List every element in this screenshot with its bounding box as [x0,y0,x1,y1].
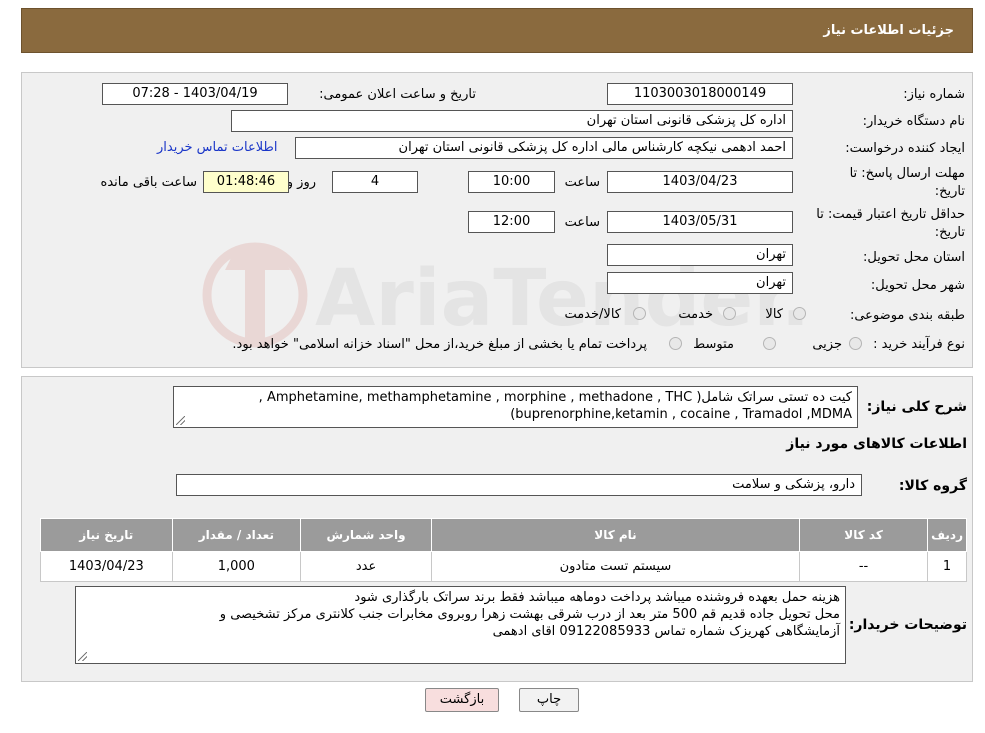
purchase-type-label: نوع فرآیند خرید : [873,337,965,352]
remaining-time-label: ساعت باقی مانده [100,175,197,190]
print-button[interactable]: چاپ [519,688,579,712]
purchase-option-medium: متوسط [693,337,734,352]
remaining-time-field: 01:48:46 [203,171,289,193]
deadline-label-2: تاریخ: [934,184,965,199]
buyer-notes-label: توضیحات خریدار: [848,617,967,633]
goods-table: ردیف کد کالا نام کالا واحد شمارش تعداد /… [40,518,967,582]
category-option-goods: کالا [765,307,783,322]
buyer-notes-line2: محل تحویل جاده قدیم قم 500 متر بعد از در… [219,607,840,622]
category-radio-service[interactable] [723,307,736,320]
need-summary-label: شرح کلی نیاز: [866,399,967,415]
need-summary-line2: buprenorphine,ketamin , cocaine , Tramad… [510,407,852,422]
purchase-radio-medium[interactable] [763,337,776,350]
back-button[interactable]: بازگشت [425,688,499,712]
price-validity-label-1: حداقل تاریخ اعتبار قیمت: تا [816,207,965,222]
category-option-goods-service: کالا/خدمت [564,307,621,322]
deadline-date-field: 1403/04/23 [607,171,793,193]
col-quantity: تعداد / مقدار [171,518,302,552]
col-name: نام کالا [430,518,801,552]
goods-info-title: اطلاعات کالاهای مورد نیاز [786,436,967,452]
resize-grip-icon[interactable] [78,652,87,661]
resize-grip-icon[interactable] [176,416,185,425]
price-validity-date-field: 1403/05/31 [607,211,793,233]
buyer-notes-line3: آزمایشگاهی کهریزک شماره تماس 09122085933… [492,624,840,639]
city-label: شهر محل تحویل: [870,278,965,293]
purchase-radio-minor[interactable] [849,337,862,350]
category-radio-goods[interactable] [793,307,806,320]
need-number-label: شماره نیاز: [903,87,965,102]
col-need-date: تاریخ نیاز [40,518,173,552]
province-label: استان محل تحویل: [863,250,965,265]
need-number-field: 1103003018000149 [607,83,793,105]
city-field: تهران [607,272,793,294]
deadline-time-field: 10:00 [468,171,555,193]
announce-datetime-field: 1403/04/19 - 07:28 [102,83,288,105]
days-label: روز و [286,175,316,190]
days-remaining-field: 4 [332,171,418,193]
category-radio-goods-service[interactable] [633,307,646,320]
cell-need-date: 1403/04/23 [40,551,173,582]
creator-label: ایجاد کننده درخواست: [845,141,965,156]
goods-group-label: گروه کالا: [898,478,967,494]
buyer-notes-textarea[interactable]: هزینه حمل بعهده فروشنده میباشد پرداخت دو… [75,586,846,664]
goods-group-field: دارو، پزشکی و سلامت [176,474,862,496]
need-summary-textarea[interactable]: کیت ده تستی سراتک شامل( Amphetamine, met… [173,386,858,428]
goods-table-header: ردیف کد کالا نام کالا واحد شمارش تعداد /… [40,518,967,552]
announce-datetime-label: تاریخ و ساعت اعلان عمومی: [319,87,476,102]
col-code: کد کالا [798,518,929,552]
treasury-payment-checkbox[interactable] [669,337,682,350]
category-label: طبقه بندی موضوعی: [849,308,965,323]
buyer-org-label: نام دستگاه خریدار: [862,114,965,129]
deadline-time-label: ساعت [564,175,600,190]
province-field: تهران [607,244,793,266]
cell-unit: عدد [300,551,432,582]
buyer-org-field: اداره کل پزشکی قانونی استان تهران [231,110,793,132]
page-header: جزئیات اطلاعات نیاز [21,8,973,53]
category-option-service: خدمت [678,307,713,322]
cell-row: 1 [927,551,967,582]
buyer-notes-line1: هزینه حمل بعهده فروشنده میباشد پرداخت دو… [354,590,840,605]
price-validity-label-2: تاریخ: [934,225,965,240]
creator-field: احمد ادهمی نیکچه کارشناس مالی اداره کل پ… [295,137,793,159]
price-validity-time-label: ساعت [564,215,600,230]
table-row: 1 -- سیستم تست متادون عدد 1,000 1403/04/… [40,551,967,582]
deadline-label-1: مهلت ارسال پاسخ: تا [849,166,965,181]
col-unit: واحد شمارش [300,518,432,552]
purchase-option-minor: جزیی [812,337,842,352]
cell-code: -- [798,551,929,582]
buyer-contact-link[interactable]: اطلاعات تماس خریدار [157,140,277,155]
cell-name: سیستم تست متادون [430,551,801,582]
cell-quantity: 1,000 [171,551,302,582]
treasury-payment-note: پرداخت تمام یا بخشی از مبلغ خرید،از محل … [232,337,647,352]
col-row: ردیف [927,518,967,552]
need-summary-line1: کیت ده تستی سراتک شامل( Amphetamine, met… [258,390,852,405]
price-validity-time-field: 12:00 [468,211,555,233]
page-title: جزئیات اطلاعات نیاز [823,23,954,38]
